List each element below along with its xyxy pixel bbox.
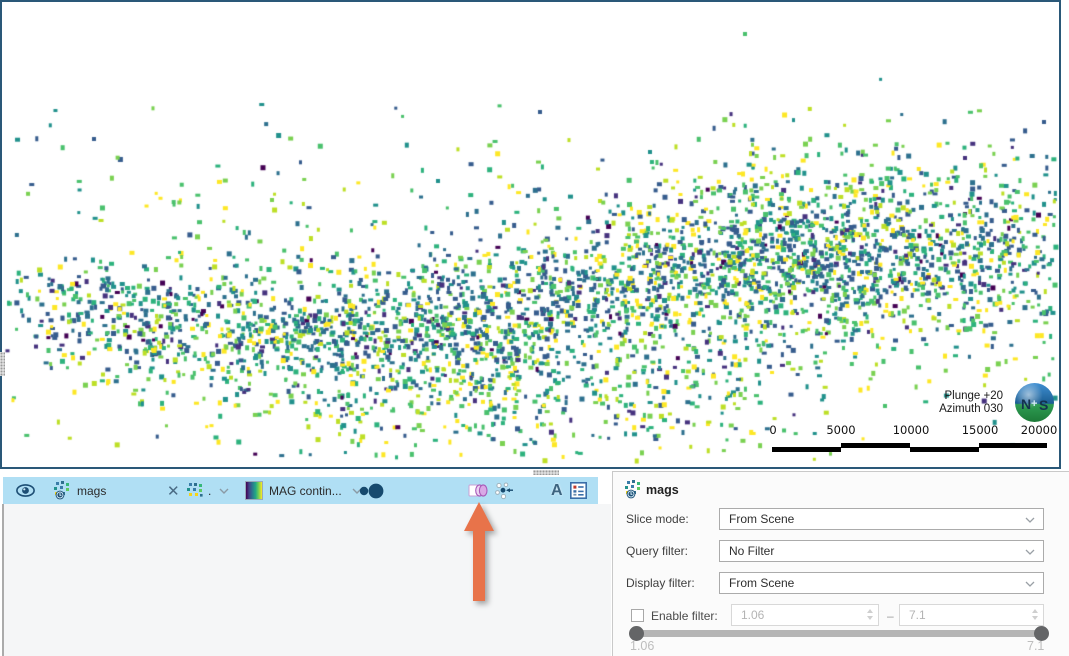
view-orientation-readout: Plunge +20 Azimuth 030 [939, 390, 1003, 416]
scalebar-segment [979, 443, 1047, 448]
point-size-toggle-button[interactable] [358, 477, 385, 504]
scalebar-segment [910, 447, 979, 452]
scalebar-tick-20000: 20000 [1021, 423, 1058, 437]
annotation-arrow [460, 499, 498, 605]
slice-mode-select[interactable]: From Scene [719, 508, 1044, 530]
scalebar-tick-5000: 5000 [826, 423, 855, 437]
points-icon [187, 483, 204, 499]
slider-min-label: 1.06 [630, 639, 654, 653]
application-window: Plunge +20 Azimuth 030 N + S 0 5000 1000… [0, 0, 1069, 656]
spinner-arrows-icon[interactable] [867, 609, 873, 620]
shape-list-panel [2, 504, 611, 656]
filter-range-slider[interactable] [633, 630, 1045, 637]
display-filter-label: Display filter: [626, 576, 695, 590]
display-filter-select[interactable]: From Scene [719, 572, 1044, 594]
compass-plus-label: + [1031, 398, 1037, 410]
scene-3d-points-view[interactable] [2, 2, 1059, 467]
enable-filter-label: Enable filter: [651, 609, 718, 623]
scene-viewport: Plunge +20 Azimuth 030 N + S 0 5000 1000… [0, 0, 1061, 469]
left-splitter-handle[interactable] [0, 352, 5, 376]
chevron-down-icon [219, 488, 229, 494]
filter-points-icon [494, 482, 516, 500]
scalebar-tick-10000: 10000 [893, 423, 930, 437]
enable-filter-checkbox[interactable] [631, 609, 644, 622]
chevron-down-icon [1025, 549, 1035, 555]
points-object-icon [624, 480, 643, 499]
eye-icon [16, 484, 35, 497]
layer-chip[interactable]: mags [53, 477, 106, 504]
spinner-arrows-icon[interactable] [1032, 609, 1038, 620]
bottom-splitter-handle[interactable] [533, 470, 559, 475]
shape-list-value: . [208, 484, 211, 498]
remove-from-scene-button[interactable]: ✕ [167, 477, 180, 504]
query-filter-label: Query filter: [626, 544, 688, 558]
compass-south-label: S [1039, 397, 1048, 413]
azimuth-readout: Azimuth 030 [939, 403, 1003, 416]
filter-max-spinbox[interactable]: 7.1 [899, 604, 1044, 626]
chevron-down-icon [1025, 517, 1035, 523]
point-size-icon [358, 483, 385, 499]
legend-icon [570, 482, 587, 499]
filter-min-spinbox[interactable]: 1.06 [731, 604, 879, 626]
filter-max-value: 7.1 [909, 608, 926, 622]
plunge-readout: Plunge +20 [939, 390, 1003, 403]
text-A-icon: A [551, 482, 563, 500]
filter-min-value: 1.06 [741, 608, 764, 622]
orientation-compass-globe[interactable]: N + S [1014, 382, 1055, 423]
properties-panel: mags Slice mode: From Scene Query filter… [612, 471, 1069, 656]
close-icon: ✕ [167, 482, 180, 500]
colourmap-value: MAG contin... [269, 484, 342, 498]
range-separator: – [887, 609, 894, 623]
display-filter-value: From Scene [729, 576, 794, 590]
visibility-button[interactable] [16, 477, 35, 504]
scalebar-segment [772, 447, 841, 452]
slice-mode-label: Slice mode: [626, 512, 689, 526]
query-filter-select[interactable]: No Filter [719, 540, 1044, 562]
colourmap-dropdown[interactable]: MAG contin... [245, 477, 362, 504]
shape-toolbar: mags ✕ . MAG contin... [3, 477, 598, 504]
scalebar-tick-15000: 15000 [962, 423, 999, 437]
compass-north-label: N [1021, 396, 1031, 412]
slider-max-label: 7.1 [1027, 639, 1044, 653]
scalebar-segment [841, 443, 910, 448]
shape-list-dropdown[interactable]: . [187, 477, 229, 504]
query-filter-value: No Filter [729, 544, 774, 558]
colourmap-swatch-icon [245, 481, 263, 500]
points-object-icon [53, 481, 72, 500]
scalebar-tick-0: 0 [769, 423, 776, 437]
layer-name-label: mags [77, 484, 106, 498]
slice-cylinder-icon [467, 482, 488, 499]
text-display-button[interactable]: A [551, 477, 563, 504]
legend-button[interactable] [570, 477, 587, 504]
chevron-down-icon [1025, 581, 1035, 587]
slice-mode-value: From Scene [729, 512, 794, 526]
panel-title: mags [646, 483, 679, 497]
